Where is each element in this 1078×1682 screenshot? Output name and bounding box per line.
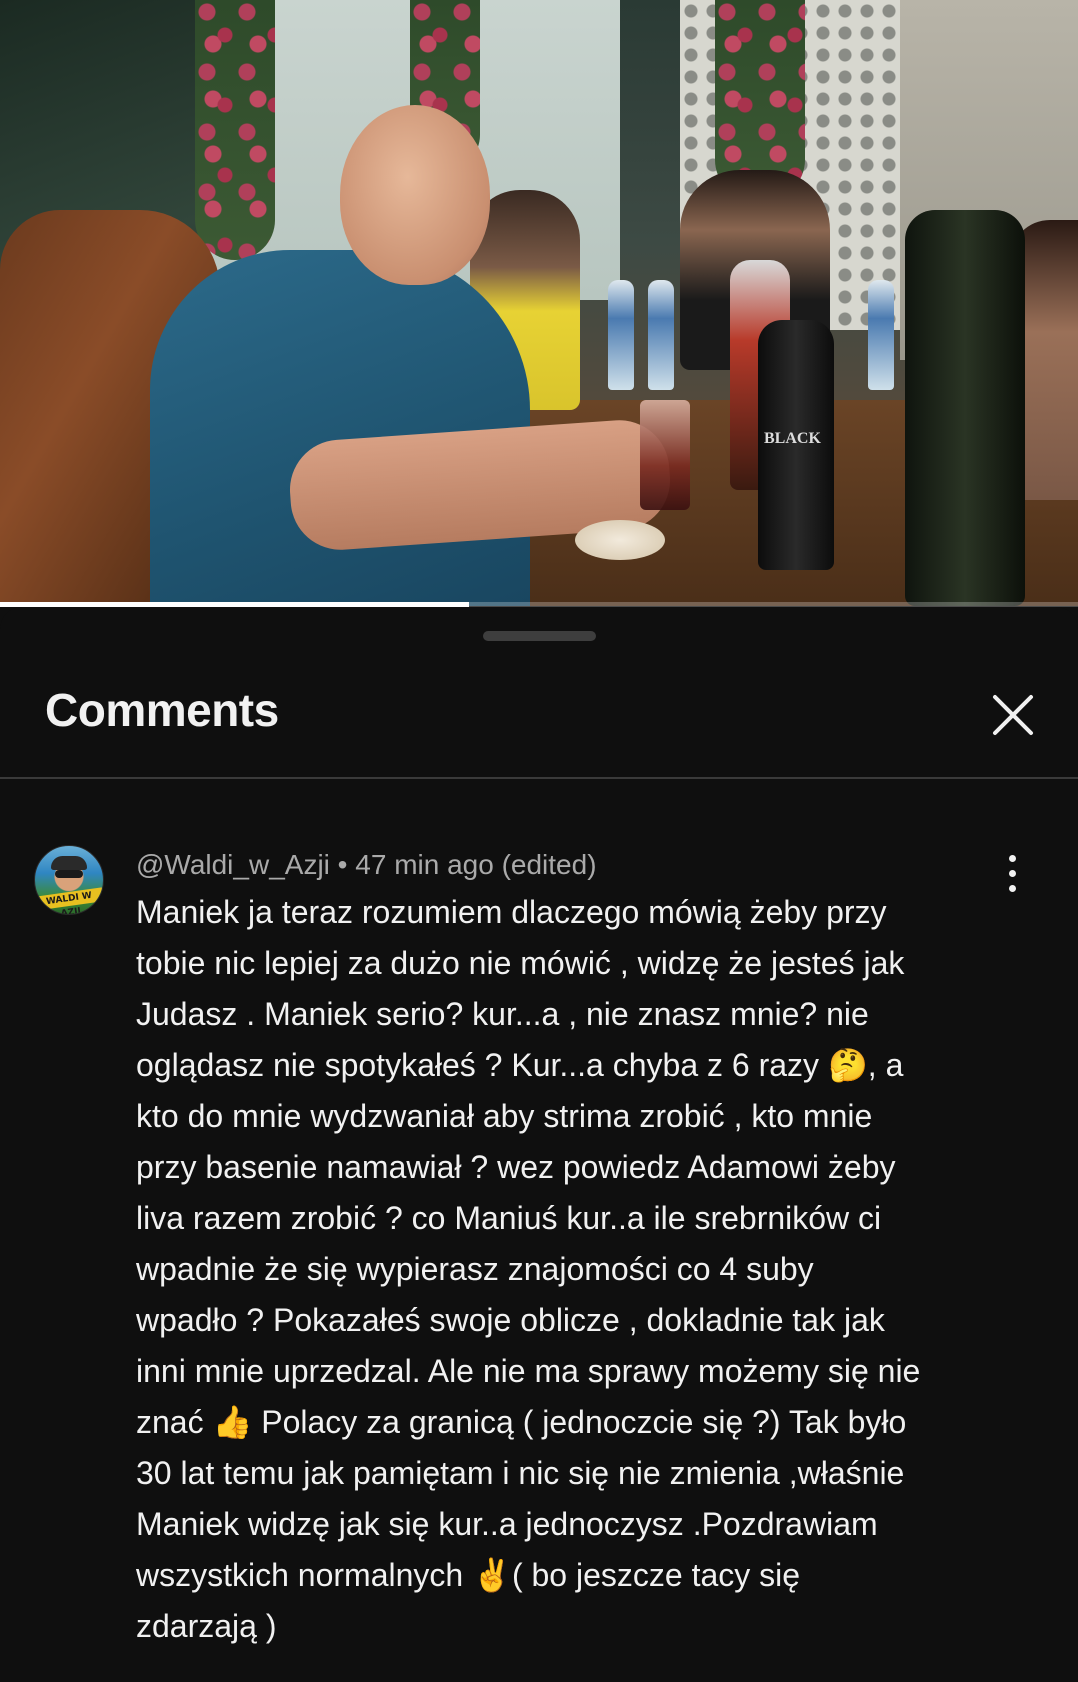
video-glass	[640, 400, 690, 510]
video-flowers-left	[195, 0, 275, 260]
header-divider	[0, 777, 1078, 779]
more-vert-icon	[1009, 870, 1016, 877]
comment-line: Judasz . Maniek serio? kur...a , nie zna…	[136, 996, 869, 1032]
comment-line: Maniek ja teraz rozumiem dlaczego mówią …	[136, 894, 887, 930]
comment-line: wpadło ? Pokazałeś swoje oblicze , dokla…	[136, 1302, 885, 1338]
comment-author[interactable]: @Waldi_w_Azji	[136, 849, 330, 880]
video-water-bottle	[608, 280, 634, 390]
comment-meta: @Waldi_w_Azji • 47 min ago (edited)	[136, 849, 597, 881]
video-bread	[575, 520, 665, 560]
comment-line: zdarzają )	[136, 1608, 277, 1644]
video-wine-bottle	[905, 210, 1025, 606]
comments-sheet: Comments WALDI W AZJI @Waldi_w_Azji • 47…	[0, 607, 1078, 1682]
video-man-blue-shirt	[150, 250, 530, 606]
comment-line: znać 👍 Polacy za granicą ( jednoczcie si…	[136, 1404, 907, 1440]
comment-line: oglądasz nie spotykałeś ? Kur...a chyba …	[136, 1047, 904, 1083]
avatar-glasses	[55, 870, 83, 878]
video-player[interactable]: BLACK	[0, 0, 1078, 606]
close-icon	[993, 695, 1033, 735]
comment-line: liva razem zrobić ? co Maniuś kur..a ile…	[136, 1200, 882, 1236]
avatar[interactable]: WALDI W AZJI	[34, 845, 104, 915]
video-bottle-label: BLACK	[764, 430, 821, 447]
video-black-bottle: BLACK	[758, 320, 834, 570]
more-vert-icon	[1009, 855, 1016, 862]
comment-line: 30 lat temu jak pamiętam i nic się nie z…	[136, 1455, 905, 1491]
comment-line: Maniek widzę jak się kur..a jednoczysz .…	[136, 1506, 878, 1542]
comment-line: wpadnie że się wypierasz znajomości co 4…	[136, 1251, 814, 1287]
drag-handle[interactable]	[483, 631, 596, 641]
comment-line: inni mnie uprzedzal. Ale nie ma sprawy m…	[136, 1353, 921, 1389]
video-water-bottle	[648, 280, 674, 390]
video-man-head	[340, 105, 490, 285]
comment-line: tobie nic lepiej za dużo nie mówić , wid…	[136, 945, 905, 981]
comment-line: kto do mnie wydzwaniał aby strima zrobić…	[136, 1098, 873, 1134]
close-button[interactable]	[985, 687, 1041, 743]
comment-line: wszystkich normalnych ✌️( bo jeszcze tac…	[136, 1557, 801, 1593]
meta-separator: •	[337, 849, 348, 880]
avatar-hat	[51, 856, 87, 870]
comment-time: 47 min ago (edited)	[355, 849, 597, 880]
avatar-banner: WALDI W AZJI	[35, 887, 103, 914]
comment-line: przy basenie namawiał ? wez powiedz Adam…	[136, 1149, 896, 1185]
video-water-bottle	[868, 280, 894, 390]
comment-text: Maniek ja teraz rozumiem dlaczego mówią …	[136, 887, 1016, 1652]
comments-title: Comments	[45, 684, 279, 736]
